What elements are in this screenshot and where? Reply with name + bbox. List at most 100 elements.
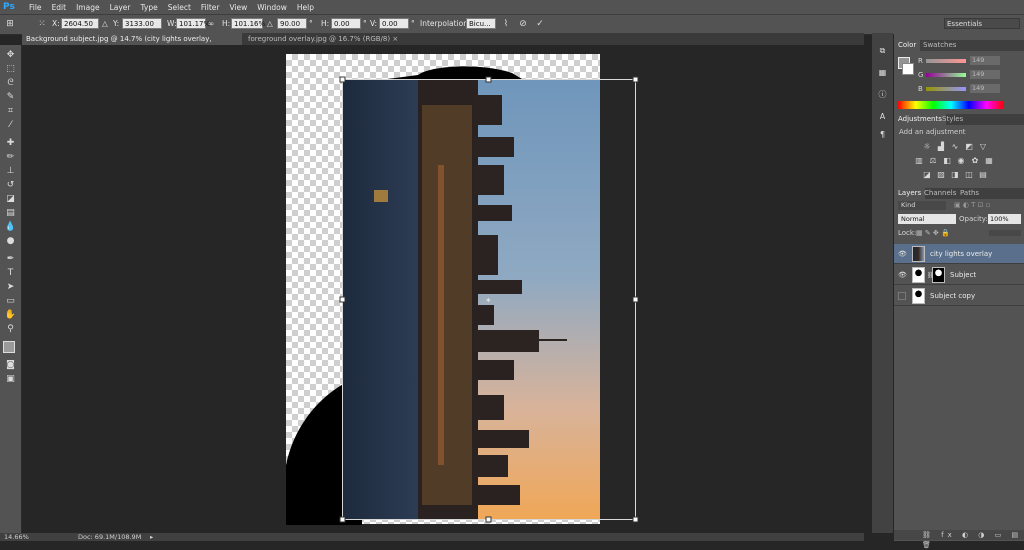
menu-layer[interactable]: Layer [110,3,131,12]
transform-tool-icon[interactable]: ⊞ [4,18,16,30]
layer-mask-thumbnail[interactable] [932,267,945,283]
clone-stamp-tool-icon[interactable]: ⊥ [4,165,17,177]
layers-footer-icons[interactable]: ⛓ fx ◐ ◑ ▭ ▤ 🗑 [894,530,1024,549]
menu-file[interactable]: File [29,3,42,12]
transform-handle-top[interactable] [485,76,492,83]
selective-color-icon[interactable]: ◫ [964,171,974,179]
b-value[interactable]: 149 [970,84,1000,93]
opacity-field[interactable]: 100% [988,214,1021,224]
lock-icons[interactable]: ▦ ✎ ✥ 🔒 [916,229,950,237]
foreground-color-swatch[interactable] [3,341,15,353]
posterize-icon[interactable]: ▨ [936,171,946,179]
visibility-eye-icon[interactable]: 👁 [898,250,907,258]
tab-color[interactable]: Color [894,40,921,51]
transform-handle-left[interactable] [339,296,346,303]
x-field[interactable]: 2604.50 p [61,18,99,39]
tab-swatches[interactable]: Swatches [919,40,960,51]
zoom-level[interactable]: 14.66% [4,533,29,541]
commit-transform-icon[interactable]: ✓ [534,18,546,30]
character-panel-icon[interactable]: A [876,111,889,123]
transform-handle-right[interactable] [632,296,639,303]
reference-point-icon[interactable]: ✦ [485,296,492,305]
canvas-area[interactable]: ✦ [22,45,864,533]
vskew-field[interactable]: 0.00 [379,18,409,29]
dodge-tool-icon[interactable]: ● [4,235,17,247]
b-slider[interactable] [926,87,966,91]
hand-tool-icon[interactable]: ✋ [4,309,17,321]
invert-icon[interactable]: ◪ [922,171,932,179]
quick-select-tool-icon[interactable]: ✎ [4,91,17,103]
info-panel-icon[interactable]: ⓘ [876,89,889,101]
w-field[interactable]: 101.17% [176,18,210,29]
link-icon[interactable]: ∞ [208,19,214,28]
marquee-tool-icon[interactable]: ⬚ [4,63,17,75]
screen-mode-icon[interactable]: ▣ [4,373,17,385]
r-value[interactable]: 149 [970,56,1000,65]
tab-styles[interactable]: Styles [938,114,967,125]
threshold-icon[interactable]: ◨ [950,171,960,179]
layer-row-subject-copy[interactable]: Subject copy [894,286,1024,306]
gradient-tool-icon[interactable]: ▤ [4,207,17,219]
move-tool-icon[interactable]: ✥ [4,49,17,61]
hskew-field[interactable]: 0.00 [331,18,361,29]
angle-field[interactable]: 90.00 [277,18,307,29]
y-field[interactable]: 3133.00 p [122,18,162,39]
layer-row-city-lights-overlay[interactable]: 👁 city lights overlay [894,244,1024,264]
g-value[interactable]: 149 [970,70,1000,79]
crop-tool-icon[interactable]: ⌗ [4,105,17,117]
menu-edit[interactable]: Edit [52,3,67,12]
menu-help[interactable]: Help [297,3,314,12]
vibrance-icon[interactable]: ▽ [978,143,988,151]
hue-saturation-icon[interactable]: ▥ [914,157,924,165]
history-brush-tool-icon[interactable]: ↺ [4,179,17,191]
path-selection-tool-icon[interactable]: ➤ [4,281,17,293]
g-slider[interactable] [926,73,966,77]
zoom-tool-icon[interactable]: ⚲ [4,323,17,335]
menu-view[interactable]: View [229,3,247,12]
tab-close-icon[interactable]: × [392,35,398,43]
paragraph-panel-icon[interactable]: ¶ [876,129,889,141]
color-lookup-icon[interactable]: ▦ [984,157,994,165]
status-menu-icon[interactable]: ▸ [150,533,153,541]
eraser-tool-icon[interactable]: ◪ [4,193,17,205]
tab-paths[interactable]: Paths [956,188,983,199]
type-tool-icon[interactable]: T [4,267,17,279]
background-color-chip[interactable] [902,63,914,75]
warp-icon[interactable]: ⌇ [500,18,512,30]
transform-handle-top-right[interactable] [632,76,639,83]
quick-mask-icon[interactable]: ◙ [4,359,17,371]
h-field[interactable]: 101.16% [231,18,265,29]
menu-window[interactable]: Window [257,3,287,12]
r-slider[interactable] [926,59,966,63]
channel-mixer-icon[interactable]: ✿ [970,157,980,165]
delta-icon[interactable]: △ [102,19,108,28]
photo-filter-icon[interactable]: ◉ [956,157,966,165]
tab-channels[interactable]: Channels [920,188,960,199]
curves-icon[interactable]: ∿ [950,143,960,151]
workspace-select[interactable]: Essentials [944,18,1020,29]
shape-tool-icon[interactable]: ▭ [4,295,17,307]
color-balance-icon[interactable]: ⚖ [928,157,938,165]
healing-brush-tool-icon[interactable]: ✚ [4,137,17,149]
brush-tool-icon[interactable]: ✏ [4,151,17,163]
filter-icons[interactable]: ▣ ◐ T ⊡ ▫ [954,201,991,209]
cancel-transform-icon[interactable]: ⊘ [517,18,529,30]
blend-mode-select[interactable]: Normal [898,214,956,224]
transform-handle-top-left[interactable] [339,76,346,83]
tab-background-subject[interactable]: Background subject.jpg @ 14.7% (city lig… [22,33,242,55]
layer-row-subject[interactable]: 👁 ⛓ Subject [894,265,1024,285]
blur-tool-icon[interactable]: 💧 [4,221,17,233]
lasso-tool-icon[interactable]: ᘓ [4,77,17,89]
history-panel-icon[interactable]: ⧉ [876,45,889,57]
menu-select[interactable]: Select [168,3,191,12]
reference-point-icon[interactable]: ⁙ [36,18,48,30]
eyedropper-tool-icon[interactable]: ⁄ [4,119,17,131]
menu-image[interactable]: Image [76,3,100,12]
tab-foreground-overlay[interactable]: foreground overlay.jpg @ 16.7% (RGB/8) × [244,33,404,45]
pen-tool-icon[interactable]: ✒ [4,253,17,265]
transform-handle-bottom-right[interactable] [632,516,639,523]
transform-handle-bottom[interactable] [485,516,492,523]
exposure-icon[interactable]: ◩ [964,143,974,151]
properties-panel-icon[interactable]: ▦ [876,67,889,79]
visibility-eye-icon[interactable]: 👁 [898,271,907,279]
